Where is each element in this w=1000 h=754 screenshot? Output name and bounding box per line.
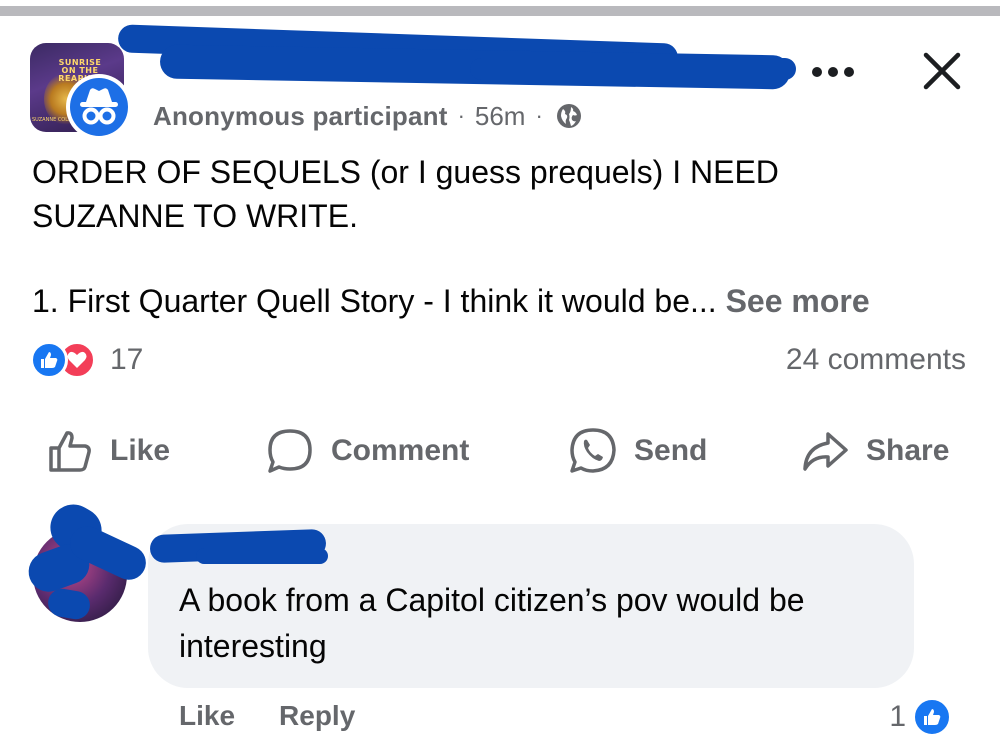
- thumbs-up-icon: [49, 431, 91, 472]
- comment-actions: Like Reply: [179, 700, 355, 732]
- comment-bubble-icon: [268, 429, 312, 473]
- like-reaction-icon: [30, 341, 68, 379]
- post-text-line: 1. First Quarter Quell Story - I think i…: [32, 279, 972, 323]
- redacted-commenter-name: [196, 548, 328, 564]
- share-label: Share: [866, 434, 950, 467]
- post-text-line: ORDER OF SEQUELS (or I guess prequels) I…: [32, 154, 779, 190]
- incognito-icon: [80, 88, 118, 125]
- globe-icon: [556, 104, 581, 128]
- share-arrow-icon: [803, 432, 848, 471]
- like-label: Like: [110, 434, 171, 467]
- more-options-icon[interactable]: [812, 62, 854, 82]
- anonymous-avatar[interactable]: [66, 74, 132, 140]
- send-label: Send: [634, 434, 708, 467]
- comment-like-button[interactable]: Like: [179, 700, 235, 732]
- share-button[interactable]: Share: [800, 424, 949, 478]
- post-body: ORDER OF SEQUELS (or I guess prequels) I…: [32, 150, 972, 323]
- comment-reactions[interactable]: 1: [889, 697, 952, 737]
- comment-reaction-count: 1: [889, 700, 906, 733]
- comment-button[interactable]: Comment: [265, 424, 469, 478]
- close-icon[interactable]: [918, 47, 966, 95]
- separator: ·: [457, 103, 465, 128]
- comment-text: A book from a Capitol citizen’s pov woul…: [179, 582, 805, 664]
- send-button[interactable]: Send: [568, 424, 707, 478]
- reactions-summary[interactable]: 17: [30, 340, 143, 380]
- reaction-count: 17: [110, 343, 144, 376]
- see-more-link[interactable]: See more: [726, 283, 870, 319]
- author-name[interactable]: Anonymous participant: [153, 101, 448, 132]
- post-text-line: SUZANNE TO WRITE.: [32, 198, 358, 234]
- like-reaction-icon: [912, 697, 952, 737]
- redacted-group-name: [470, 58, 796, 80]
- post-time[interactable]: 56m: [475, 101, 526, 132]
- top-divider: [0, 6, 1000, 16]
- comment-label: Comment: [331, 434, 470, 467]
- comment-reply-button[interactable]: Reply: [279, 700, 355, 732]
- post-meta: Anonymous participant · 56m ·: [153, 98, 583, 134]
- like-button[interactable]: Like: [46, 424, 170, 478]
- comments-count[interactable]: 24 comments: [786, 340, 966, 380]
- separator: ·: [535, 103, 543, 128]
- post-text-excerpt: 1. First Quarter Quell Story - I think i…: [32, 283, 717, 319]
- whatsapp-icon: [570, 428, 616, 473]
